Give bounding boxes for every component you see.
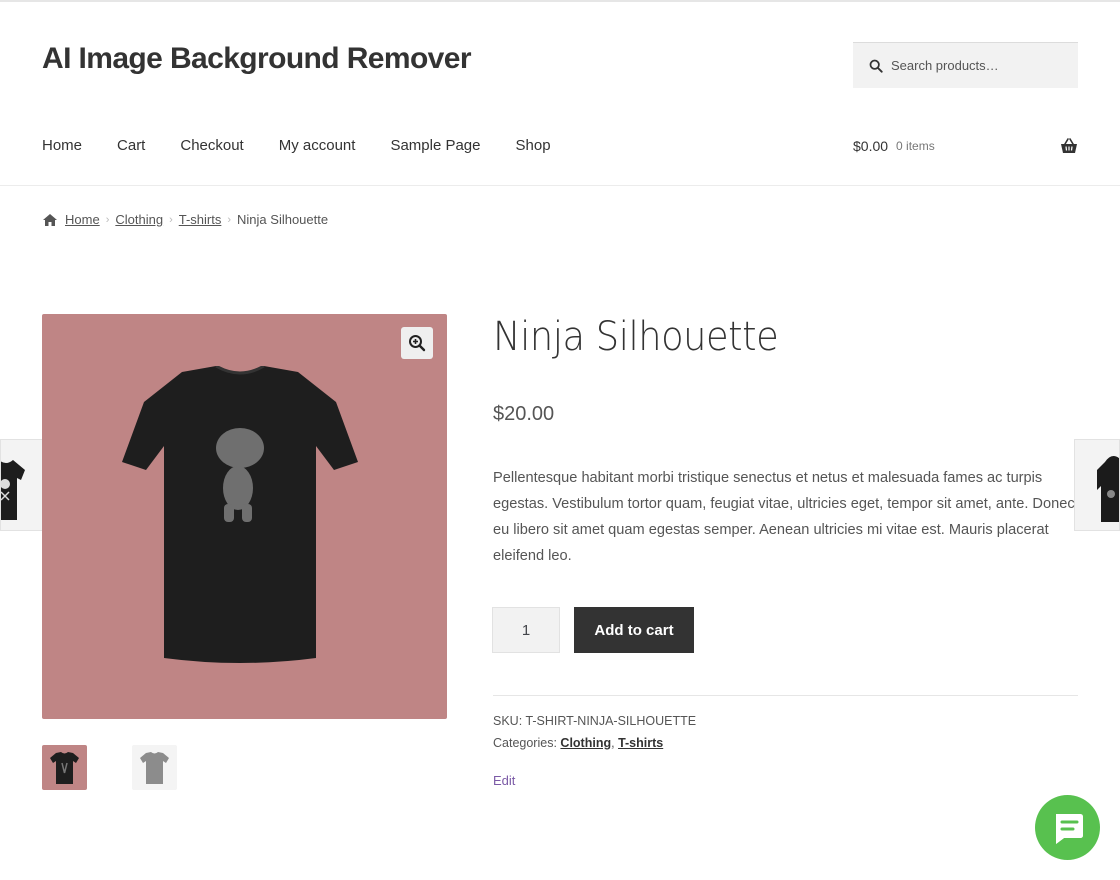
- breadcrumb-clothing[interactable]: Clothing: [115, 212, 163, 227]
- tshirt-image: [122, 366, 358, 663]
- breadcrumb-home[interactable]: Home: [65, 212, 100, 227]
- gallery-thumbnail-1[interactable]: [42, 745, 87, 790]
- top-border: [0, 0, 1120, 2]
- search-input[interactable]: [891, 58, 1061, 73]
- chevron-right-icon: ›: [105, 213, 110, 226]
- breadcrumb-tshirts[interactable]: T-shirts: [179, 212, 222, 227]
- product-main-image[interactable]: [42, 314, 447, 719]
- basket-icon[interactable]: [1060, 138, 1078, 154]
- zoom-button[interactable]: [401, 327, 433, 359]
- tshirt-thumbnail-icon: [140, 752, 169, 784]
- cart-amount: $0.00: [853, 138, 889, 154]
- previous-product-link[interactable]: [0, 439, 45, 531]
- quantity-input[interactable]: [492, 607, 560, 653]
- nav-item-cart[interactable]: Cart: [117, 137, 145, 154]
- cart-item-count: 0 items: [896, 139, 935, 153]
- header-cart[interactable]: $0.00 0 items: [853, 138, 1078, 154]
- meta-divider: [493, 695, 1078, 696]
- product-sku: SKU: T-SHIRT-NINJA-SILHOUETTE: [493, 714, 696, 728]
- tshirt-thumbnail-icon: [1, 460, 25, 520]
- site-title[interactable]: AI Image Background Remover: [42, 42, 472, 76]
- category-link-tshirts[interactable]: T-shirts: [618, 736, 663, 750]
- category-link-clothing[interactable]: Clothing: [560, 736, 611, 750]
- chevron-right-icon: ›: [227, 213, 232, 226]
- chat-widget-button[interactable]: [1035, 795, 1100, 860]
- zoom-in-icon: [409, 335, 426, 352]
- tshirt-thumbnail-icon: [50, 752, 79, 784]
- nav-item-my-account[interactable]: My account: [279, 137, 356, 154]
- next-product-link[interactable]: [1074, 439, 1120, 531]
- sku-value: T-SHIRT-NINJA-SILHOUETTE: [525, 714, 697, 728]
- hoodie-thumbnail-icon: [1097, 456, 1119, 522]
- product-title: Ninja Silhouette: [493, 314, 779, 360]
- nav-item-shop[interactable]: Shop: [516, 137, 551, 154]
- product-description: Pellentesque habitant morbi tristique se…: [493, 470, 1075, 564]
- product-search[interactable]: [853, 42, 1078, 88]
- product-categories: Categories: Clothing, T-shirts: [493, 736, 664, 750]
- home-icon: [43, 213, 57, 226]
- gallery-thumbnail-2[interactable]: [132, 745, 177, 790]
- add-to-cart-button[interactable]: Add to cart: [574, 607, 694, 653]
- primary-nav: Home Cart Checkout My account Sample Pag…: [42, 137, 586, 154]
- edit-link[interactable]: Edit: [493, 773, 515, 788]
- breadcrumb: Home › Clothing › T-shirts › Ninja Silho…: [42, 212, 328, 227]
- breadcrumb-current: Ninja Silhouette: [237, 212, 329, 227]
- product-price: $20.00: [493, 403, 555, 425]
- nav-item-home[interactable]: Home: [42, 137, 82, 154]
- header-divider: [0, 185, 1120, 186]
- categories-label: Categories:: [493, 736, 557, 750]
- search-icon: [869, 59, 883, 73]
- nav-item-checkout[interactable]: Checkout: [180, 137, 243, 154]
- nav-item-sample-page[interactable]: Sample Page: [390, 137, 480, 154]
- sku-label: SKU:: [493, 714, 523, 728]
- chat-icon: [1055, 813, 1083, 844]
- chevron-right-icon: ›: [169, 213, 173, 226]
